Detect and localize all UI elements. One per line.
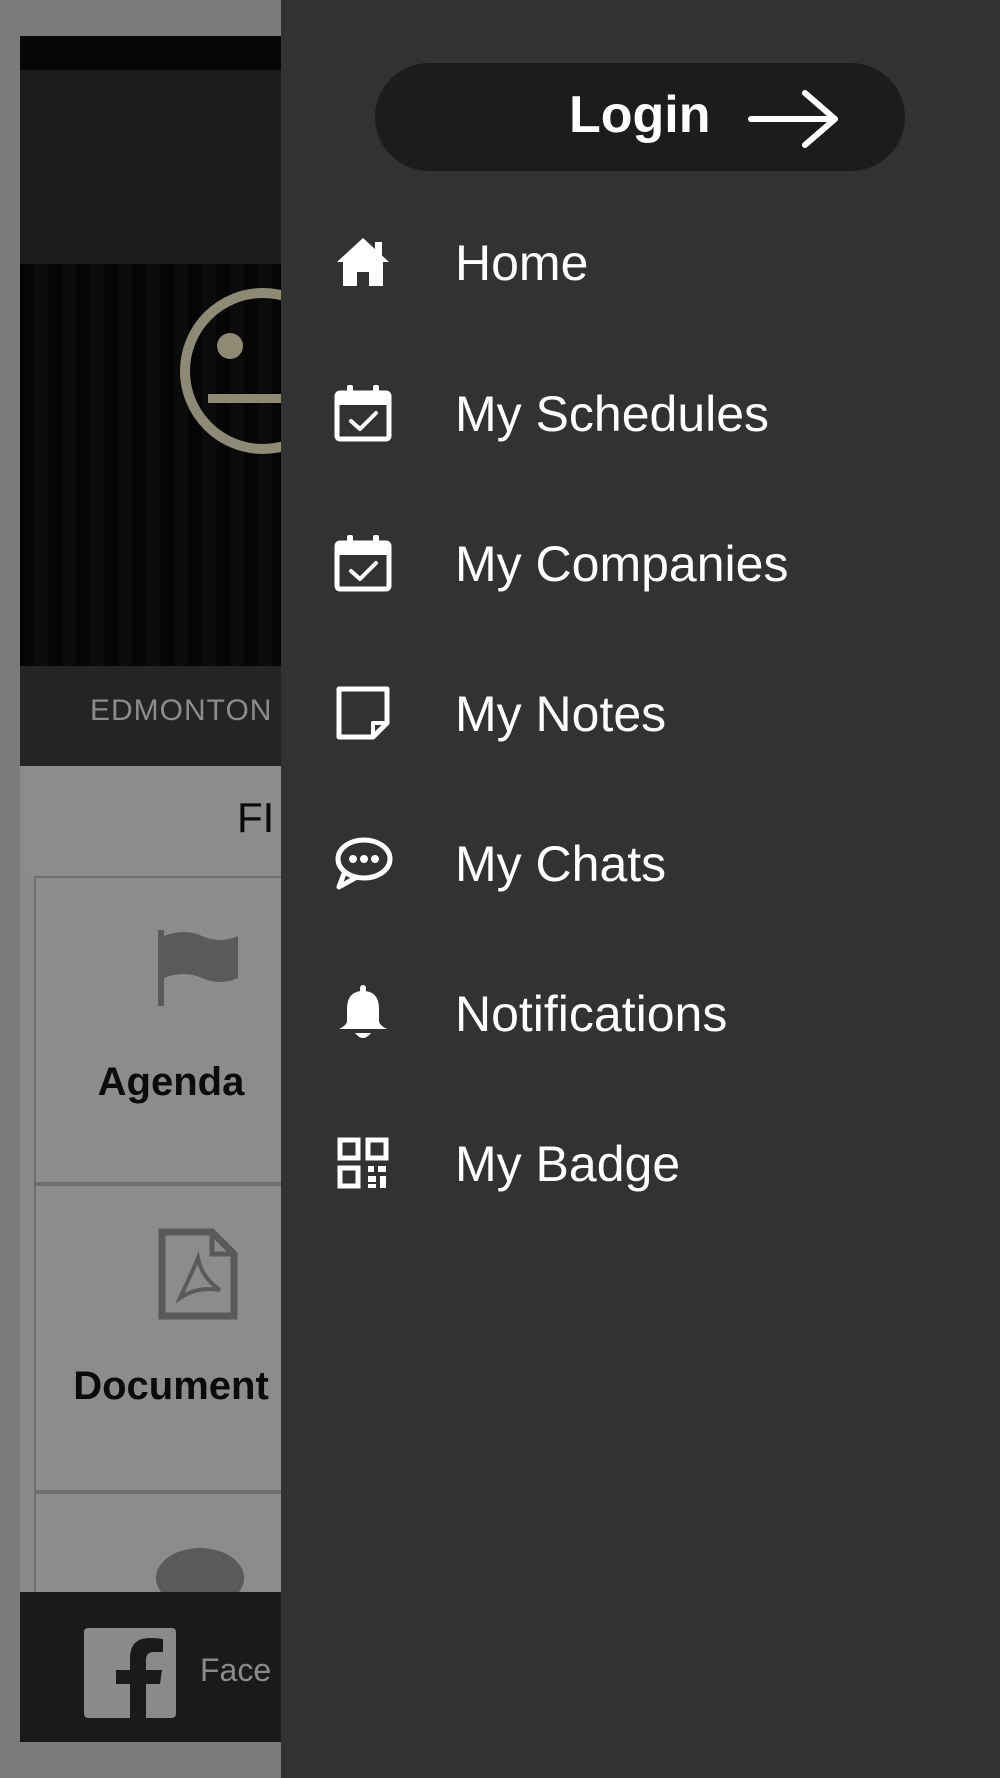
tile-label: Agenda (97, 1060, 245, 1104)
arrow-right-icon (748, 90, 838, 148)
home-icon (337, 238, 389, 286)
footer-link-label[interactable]: Face (200, 1652, 271, 1689)
section-title-text: FI (237, 794, 275, 841)
location-caption: EDMONTON (90, 694, 273, 727)
menu-item-my-schedules[interactable]: My Schedules (281, 353, 1000, 473)
menu-item-my-badge[interactable]: My Badge (281, 1103, 1000, 1223)
tile-label: Document (73, 1364, 269, 1408)
sticky-note-icon (336, 686, 390, 740)
menu-item-my-chats[interactable]: My Chats (281, 803, 1000, 923)
menu-item-notifications[interactable]: Notifications (281, 953, 1000, 1073)
menu-item-label: Home (455, 235, 589, 291)
pdf-document-icon (158, 1228, 238, 1320)
qr-code-icon (337, 1137, 389, 1189)
flag-icon (158, 930, 238, 1006)
menu-item-label: My Chats (455, 836, 667, 892)
menu-item-label: My Schedules (455, 386, 770, 442)
menu-item-home[interactable]: Home (281, 202, 1000, 322)
calendar-check-icon (334, 385, 392, 442)
menu-item-label: My Notes (455, 686, 667, 742)
menu-item-my-companies[interactable]: My Companies (281, 503, 1000, 623)
calendar-check-icon (334, 535, 392, 592)
menu-item-label: Notifications (455, 986, 728, 1042)
login-button[interactable]: Login (375, 63, 905, 171)
menu-item-label: My Badge (455, 1136, 681, 1192)
menu-item-my-notes[interactable]: My Notes (281, 653, 1000, 773)
chat-bubble-icon (335, 837, 393, 890)
facebook-icon[interactable] (84, 1628, 176, 1718)
bell-icon (339, 985, 387, 1038)
menu-item-label: My Companies (455, 536, 789, 592)
login-label: Login (569, 86, 711, 144)
navigation-drawer: Login Home My Schedules My Companies My … (281, 0, 1000, 1778)
